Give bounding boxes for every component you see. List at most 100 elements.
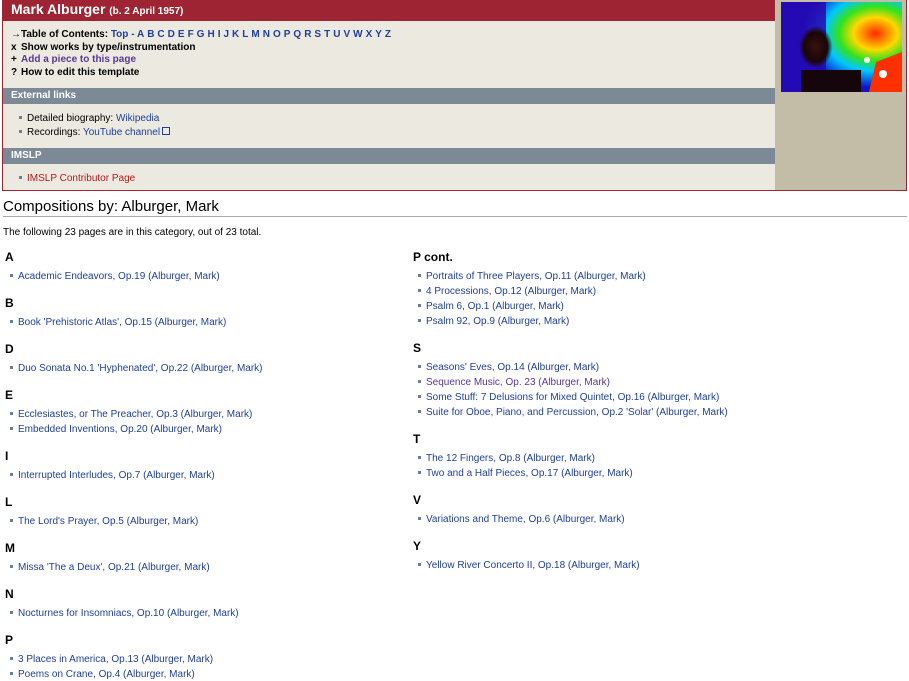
add-piece-row[interactable]: + Add a piece to this page bbox=[11, 54, 136, 66]
bullet-icon bbox=[418, 470, 421, 474]
toc-letter-g[interactable]: G bbox=[197, 29, 205, 40]
composer-header-box: Mark Alburger (b. 2 April 1957) →Table o… bbox=[2, 0, 907, 191]
arrow-icon: → bbox=[11, 29, 21, 40]
composition-link[interactable]: Variations and Theme, Op.6 (Alburger, Ma… bbox=[426, 514, 625, 525]
composition-item: Psalm 6, Op.1 (Alburger, Mark) bbox=[418, 301, 564, 313]
letter-heading: Y bbox=[413, 539, 422, 553]
composition-item: Two and a Half Pieces, Op.17 (Alburger, … bbox=[418, 468, 633, 480]
composition-link[interactable]: The 12 Fingers, Op.8 (Alburger, Mark) bbox=[426, 453, 595, 464]
toc-row: →Table of Contents: Top - ABCDEFGHIJKLMN… bbox=[11, 29, 394, 41]
bullet-icon bbox=[10, 518, 13, 522]
toc-letter-i[interactable]: I bbox=[218, 29, 221, 40]
toc-letter-k[interactable]: K bbox=[232, 29, 239, 40]
add-piece-link[interactable]: Add a piece to this page bbox=[21, 54, 136, 65]
composition-link[interactable]: Two and a Half Pieces, Op.17 (Alburger, … bbox=[426, 468, 633, 479]
youtube-channel-link[interactable]: YouTube channel bbox=[83, 127, 160, 138]
composer-photo[interactable] bbox=[781, 2, 902, 92]
toc-letter-j[interactable]: J bbox=[223, 29, 229, 40]
composition-item: Psalm 92, Op.9 (Alburger, Mark) bbox=[418, 316, 569, 328]
how-to-edit-row[interactable]: ? How to edit this template bbox=[11, 67, 139, 79]
composition-item: Book 'Prehistoric Atlas', Op.15 (Alburge… bbox=[10, 317, 226, 329]
composition-item: Portraits of Three Players, Op.11 (Albur… bbox=[418, 271, 646, 283]
toc-letter-f[interactable]: F bbox=[188, 29, 194, 40]
external-link-icon bbox=[162, 127, 171, 135]
composition-link[interactable]: Nocturnes for Insomniacs, Op.10 (Alburge… bbox=[18, 608, 239, 619]
toc-letter-h[interactable]: H bbox=[207, 29, 214, 40]
toc-top-link[interactable]: Top bbox=[111, 29, 129, 40]
composition-link[interactable]: Seasons' Eves, Op.14 (Alburger, Mark) bbox=[426, 362, 599, 373]
composition-item: Duo Sonata No.1 'Hyphenated', Op.22 (Alb… bbox=[10, 363, 263, 375]
composition-link[interactable]: 3 Places in America, Op.13 (Alburger, Ma… bbox=[18, 654, 213, 665]
letter-heading: S bbox=[413, 341, 422, 355]
letter-heading: M bbox=[5, 541, 15, 555]
toc-letter-o[interactable]: O bbox=[273, 29, 281, 40]
toc-letter-n[interactable]: N bbox=[263, 29, 270, 40]
plus-icon: + bbox=[11, 54, 17, 65]
compositions-title: Compositions by: Alburger, Mark bbox=[3, 198, 219, 215]
bullet-icon bbox=[10, 564, 13, 568]
bullet-icon bbox=[10, 671, 13, 675]
imslp-contributor-link[interactable]: IMSLP Contributor Page bbox=[27, 173, 135, 184]
letter-heading: I bbox=[5, 449, 9, 463]
composition-link[interactable]: Book 'Prehistoric Atlas', Op.15 (Alburge… bbox=[18, 317, 226, 328]
toc-letter-v[interactable]: V bbox=[343, 29, 350, 40]
bullet-icon bbox=[10, 319, 13, 323]
external-links-header: External links bbox=[3, 88, 775, 104]
bullet-icon bbox=[418, 379, 421, 383]
composition-link[interactable]: Embedded Inventions, Op.20 (Alburger, Ma… bbox=[18, 424, 222, 435]
toc-letter-c[interactable]: C bbox=[157, 29, 164, 40]
composition-link[interactable]: Poems on Crane, Op.4 (Alburger, Mark) bbox=[18, 669, 195, 680]
toc-letter-l[interactable]: L bbox=[242, 29, 248, 40]
composition-link[interactable]: Academic Endeavors, Op.19 (Alburger, Mar… bbox=[18, 271, 220, 282]
bullet-icon bbox=[10, 610, 13, 614]
composition-item: 3 Places in America, Op.13 (Alburger, Ma… bbox=[10, 654, 213, 666]
toc-letter-z[interactable]: Z bbox=[385, 29, 391, 40]
letter-heading: P bbox=[5, 633, 14, 647]
letter-heading: D bbox=[5, 342, 14, 356]
wikipedia-link[interactable]: Wikipedia bbox=[116, 113, 159, 124]
bullet-icon bbox=[10, 411, 13, 415]
biography-row: Detailed biography: Wikipedia bbox=[19, 113, 159, 125]
toc-letter-q[interactable]: Q bbox=[293, 29, 301, 40]
toc-letter-t[interactable]: T bbox=[324, 29, 330, 40]
toc-letter-y[interactable]: Y bbox=[375, 29, 382, 40]
toc-letter-x[interactable]: X bbox=[366, 29, 373, 40]
toc-letter-m[interactable]: M bbox=[251, 29, 259, 40]
how-to-edit-link[interactable]: How to edit this template bbox=[21, 67, 139, 78]
title-divider bbox=[3, 216, 907, 217]
composition-link[interactable]: Missa 'The a Deux', Op.21 (Alburger, Mar… bbox=[18, 562, 210, 573]
composition-link[interactable]: Psalm 92, Op.9 (Alburger, Mark) bbox=[426, 316, 569, 327]
composition-link[interactable]: 4 Processions, Op.12 (Alburger, Mark) bbox=[426, 286, 596, 297]
show-works-link[interactable]: Show works by type/instrumentation bbox=[21, 42, 195, 53]
bullet-icon bbox=[10, 365, 13, 369]
photo-column bbox=[775, 0, 906, 190]
recordings-label: Recordings: bbox=[27, 127, 81, 138]
toc-letter-w[interactable]: W bbox=[353, 29, 362, 40]
composition-link[interactable]: Psalm 6, Op.1 (Alburger, Mark) bbox=[426, 301, 564, 312]
composition-link[interactable]: Sequence Music, Op. 23 (Alburger, Mark) bbox=[426, 377, 610, 388]
toc-letter-a[interactable]: A bbox=[137, 29, 144, 40]
composition-link[interactable]: Portraits of Three Players, Op.11 (Albur… bbox=[426, 271, 646, 282]
composition-link[interactable]: Interrupted Interludes, Op.7 (Alburger, … bbox=[18, 470, 215, 481]
composition-link[interactable]: Duo Sonata No.1 'Hyphenated', Op.22 (Alb… bbox=[18, 363, 263, 374]
toc-letter-u[interactable]: U bbox=[333, 29, 340, 40]
toc-alphabet: ABCDEFGHIJKLMNOPQRSTUVWXYZ bbox=[137, 29, 394, 40]
composition-item: Yellow River Concerto II, Op.18 (Alburge… bbox=[418, 560, 640, 572]
composition-link[interactable]: Suite for Oboe, Piano, and Percussion, O… bbox=[426, 407, 728, 418]
toc-letter-e[interactable]: E bbox=[178, 29, 185, 40]
composition-link[interactable]: Ecclesiastes, or The Preacher, Op.3 (Alb… bbox=[18, 409, 252, 420]
composer-info-panel: Mark Alburger (b. 2 April 1957) →Table o… bbox=[3, 0, 775, 190]
toc-letter-p[interactable]: P bbox=[284, 29, 291, 40]
composition-item: Sequence Music, Op. 23 (Alburger, Mark) bbox=[418, 377, 610, 389]
category-summary: The following 23 pages are in this categ… bbox=[3, 227, 262, 238]
toc-letter-b[interactable]: B bbox=[147, 29, 154, 40]
toc-letter-s[interactable]: S bbox=[314, 29, 321, 40]
composition-link[interactable]: Some Stuff: 7 Delusions for Mixed Quinte… bbox=[426, 392, 719, 403]
composition-item: Seasons' Eves, Op.14 (Alburger, Mark) bbox=[418, 362, 599, 374]
show-works-row[interactable]: x Show works by type/instrumentation bbox=[11, 42, 195, 54]
toc-letter-d[interactable]: D bbox=[168, 29, 175, 40]
composition-link[interactable]: The Lord's Prayer, Op.5 (Alburger, Mark) bbox=[18, 516, 198, 527]
toc-letter-r[interactable]: R bbox=[304, 29, 311, 40]
composition-link[interactable]: Yellow River Concerto II, Op.18 (Alburge… bbox=[426, 560, 640, 571]
bullet-icon bbox=[418, 273, 421, 277]
